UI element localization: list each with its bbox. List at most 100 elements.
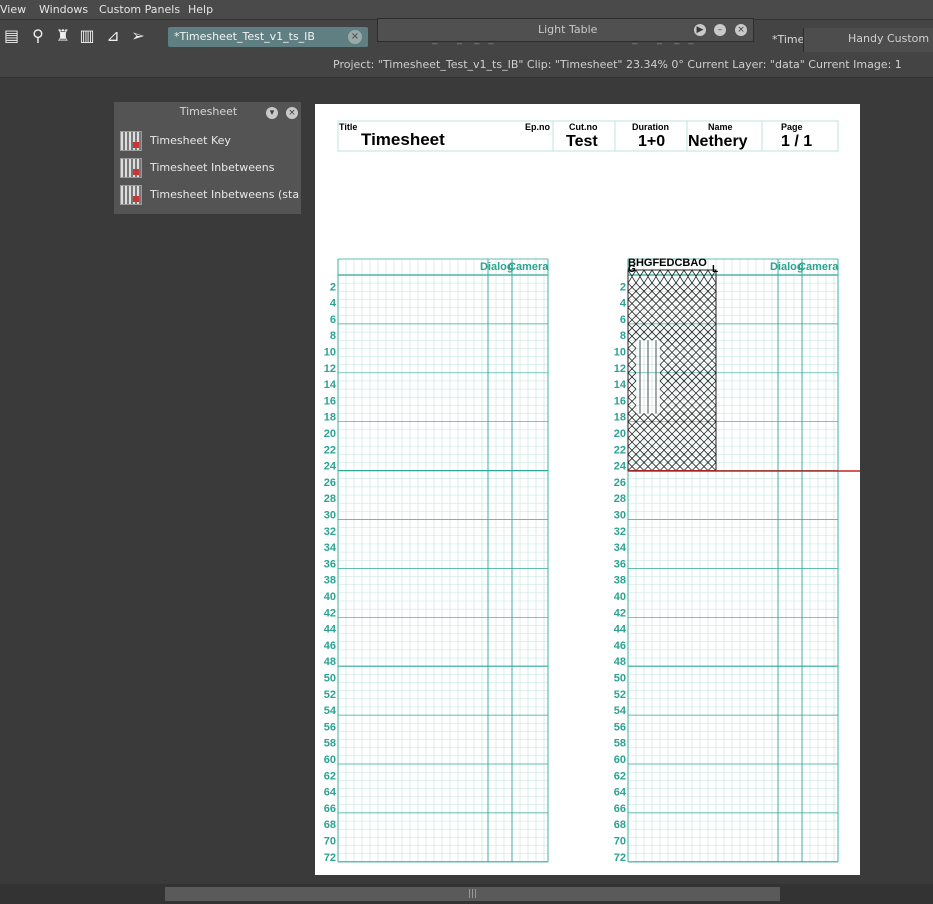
panel-item-label: Timesheet Inbetweens (standa (150, 188, 300, 201)
frame-number: 42 (324, 607, 336, 619)
panel-item-label: Timesheet Inbetweens (150, 161, 275, 174)
panel-item-timesheet-key[interactable]: Timesheet Key (120, 130, 300, 152)
frame-number: 56 (324, 721, 336, 733)
frame-number: 16 (614, 395, 626, 407)
frame-number: 30 (324, 510, 336, 522)
tab-right[interactable]: *Times (766, 30, 806, 50)
title-value: Timesheet (361, 130, 445, 149)
menu-custom-panels[interactable]: Custom Panels (99, 3, 180, 16)
name-label: Name (708, 122, 733, 132)
title-label: Title (339, 122, 357, 132)
timesheet-canvas[interactable]: Title Timesheet Ep.no Cut.no Test Durati… (315, 104, 860, 875)
camera-label: Camera (798, 261, 839, 273)
tab-timesheet-active[interactable]: *Timesheet_Test_v1_ts_IB (168, 27, 368, 47)
menu-help[interactable]: Help (188, 3, 213, 16)
cutno-value: Test (566, 133, 598, 150)
frame-number: 60 (614, 754, 626, 766)
frame-number: 20 (324, 428, 336, 440)
handy-custom-panel-tab[interactable]: Handy Custom Pa (803, 28, 933, 52)
light-table-window[interactable]: Light Table ▶ – × (377, 18, 754, 42)
search-icon[interactable]: ⚲ (28, 26, 48, 46)
timesheet-icon (120, 185, 142, 205)
frame-number: 70 (324, 836, 336, 848)
frame-number: 2 (330, 281, 336, 293)
frame-number: 24 (324, 461, 337, 473)
frame-number: 36 (324, 558, 336, 570)
frame-number: 60 (324, 754, 336, 766)
timesheet-column-left: DialogCamera2468101214161820222426283032… (324, 258, 549, 864)
frame-number: 18 (614, 412, 626, 424)
horizontal-scrollbar[interactable]: ||| (0, 884, 933, 904)
timesheet-icon (120, 158, 142, 178)
tab-close-icon[interactable]: × (348, 30, 362, 44)
frame-number: 4 (330, 298, 337, 310)
frame-number: 54 (614, 705, 627, 717)
layer-stack-icon[interactable]: ▤ (4, 26, 19, 46)
status-text: Project: "Timesheet_Test_v1_ts_IB" Clip:… (333, 58, 902, 71)
frame-number: 44 (324, 624, 337, 636)
frame-number: 34 (614, 542, 627, 554)
frame-number: 72 (324, 852, 336, 864)
duration-value: 1+0 (638, 133, 665, 150)
frame-number: 20 (614, 428, 626, 440)
frame-number: 50 (614, 673, 626, 685)
app-window: View Windows Custom Panels Help ▤ ⚲ ♜ ▥ … (0, 0, 933, 904)
layer-sub-g: G (628, 264, 636, 275)
panel-close-icon[interactable]: × (286, 107, 298, 119)
frame-number: 52 (614, 689, 626, 701)
menu-windows[interactable]: Windows (39, 3, 88, 16)
frame-number: 28 (324, 493, 336, 505)
frame-number: 44 (614, 624, 627, 636)
frame-number: 12 (324, 363, 336, 375)
page-value: 1 / 1 (781, 133, 812, 150)
menu-view[interactable]: View (0, 3, 26, 16)
frame-number: 32 (614, 526, 626, 538)
frame-number: 66 (324, 803, 336, 815)
camera-label: Camera (508, 261, 549, 273)
layer-letters: BHGFEDCBAO (628, 257, 707, 269)
timesheet-panel: Timesheet ▾ × Timesheet Key Timesheet In… (113, 101, 302, 215)
frame-number: 24 (614, 461, 627, 473)
frame-number: 4 (620, 298, 627, 310)
panel-item-timesheet-inbetweens-standard[interactable]: Timesheet Inbetweens (standa (120, 184, 300, 206)
frame-number: 14 (614, 379, 627, 391)
frame-number: 18 (324, 412, 336, 424)
frame-number: 68 (324, 819, 336, 831)
play-icon[interactable]: ▶ (694, 24, 706, 36)
paper-plane-icon[interactable]: ➢ (128, 26, 148, 46)
frame-number: 56 (614, 721, 626, 733)
timesheet-icon (120, 131, 142, 151)
close-icon[interactable]: × (735, 24, 747, 36)
frame-number: 10 (614, 347, 626, 359)
frame-number: 68 (614, 819, 626, 831)
frame-number: 64 (324, 787, 337, 799)
timesheet-drawing[interactable]: Title Timesheet Ep.no Cut.no Test Durati… (315, 104, 860, 875)
frame-number: 38 (324, 575, 336, 587)
magic-hat-icon[interactable]: ♜ (53, 26, 73, 46)
frame-number: 8 (330, 330, 336, 342)
frame-number: 38 (614, 575, 626, 587)
duration-label: Duration (632, 122, 669, 132)
panel-minimize-icon[interactable]: ▾ (266, 107, 278, 119)
frame-number: 8 (620, 330, 626, 342)
layer-sub-l: L (712, 264, 718, 275)
frame-number: 36 (614, 558, 626, 570)
timesheet-column-right: DialogCamera2468101214161820222426283032… (614, 258, 839, 864)
frame-number: 34 (324, 542, 337, 554)
minimize-icon[interactable]: – (714, 24, 726, 36)
ruler-tool-icon[interactable]: ⊿ (103, 26, 123, 46)
frame-number: 40 (324, 591, 336, 603)
panel-item-timesheet-inbetweens[interactable]: Timesheet Inbetweens (120, 157, 300, 179)
frame-number: 62 (614, 770, 626, 782)
frame-number: 14 (324, 379, 337, 391)
epno-label: Ep.no (525, 122, 550, 132)
library-icon[interactable]: ▥ (77, 26, 97, 46)
frame-number: 10 (324, 347, 336, 359)
frame-number: 58 (614, 738, 626, 750)
frame-number: 6 (620, 314, 626, 326)
frame-number: 64 (614, 787, 627, 799)
frame-number: 12 (614, 363, 626, 375)
page-label: Page (781, 122, 803, 132)
frame-number: 48 (614, 656, 626, 668)
frame-number: 46 (614, 640, 626, 652)
